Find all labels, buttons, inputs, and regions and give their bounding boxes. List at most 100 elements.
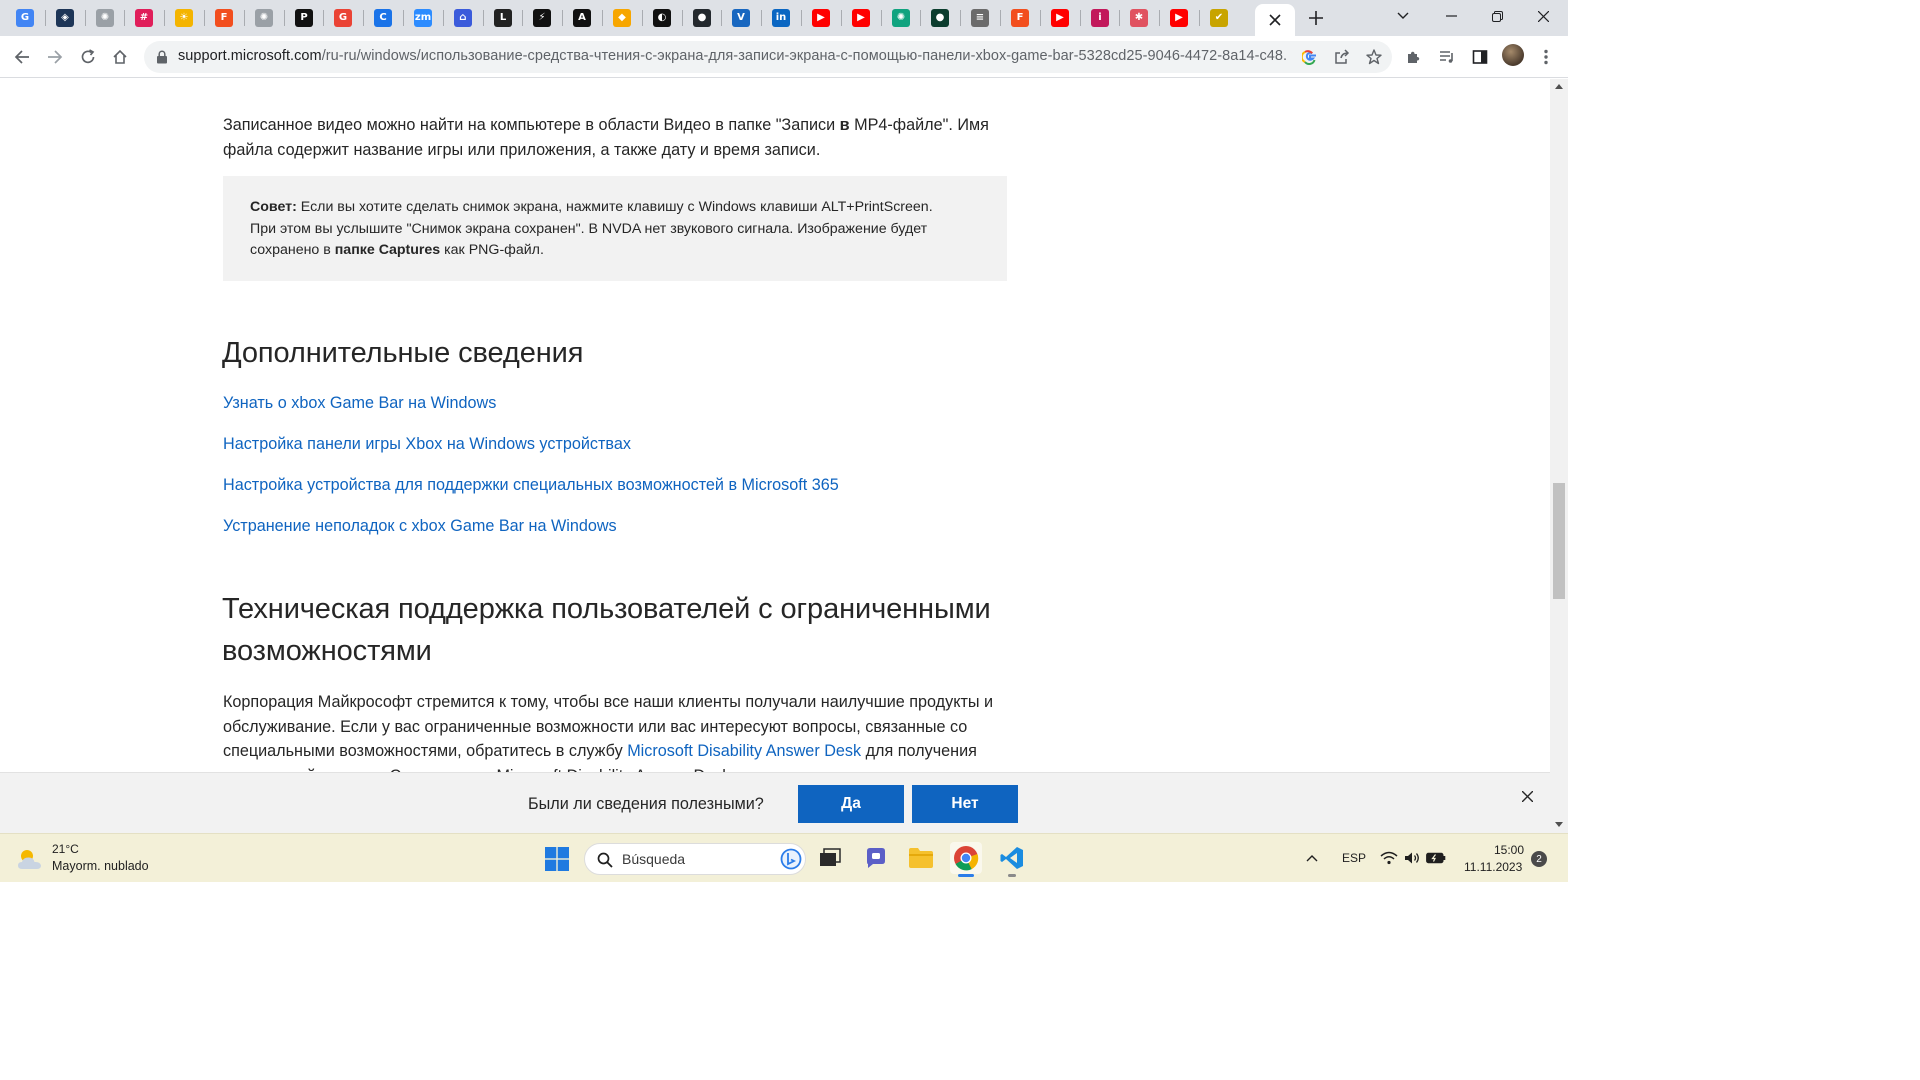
feedback-no-button[interactable]: Нет bbox=[912, 785, 1018, 823]
scroll-up-arrow-icon[interactable] bbox=[1555, 84, 1563, 89]
pinned-tab[interactable]: in bbox=[762, 4, 800, 32]
pinned-tab[interactable]: ✱ bbox=[1120, 4, 1158, 32]
task-view-button[interactable] bbox=[814, 842, 846, 874]
scroll-thumb[interactable] bbox=[1553, 483, 1565, 599]
address-bar[interactable]: support.microsoft.com/ru-ru/windows/испо… bbox=[144, 41, 1392, 73]
active-tab[interactable] bbox=[1255, 4, 1295, 36]
pinned-tab[interactable]: G bbox=[6, 4, 44, 32]
pinned-tab[interactable]: ✔ bbox=[1200, 4, 1238, 32]
pinned-tab[interactable]: F bbox=[205, 4, 243, 32]
pinned-tab[interactable]: A bbox=[563, 4, 601, 32]
link-accessibility-microsoft-365[interactable]: Настройка устройства для поддержки специ… bbox=[223, 476, 839, 495]
google-lens-icon[interactable] bbox=[1300, 47, 1320, 67]
kebab-menu-icon bbox=[1544, 49, 1548, 65]
share-icon[interactable] bbox=[1332, 47, 1352, 67]
task-view-icon bbox=[820, 848, 841, 866]
tab-separator bbox=[682, 10, 683, 26]
pinned-tab[interactable]: V bbox=[722, 4, 760, 32]
profile-avatar[interactable] bbox=[1502, 44, 1524, 66]
clock-date[interactable]: 11.11.2023 bbox=[1464, 860, 1522, 874]
close-tab-icon[interactable] bbox=[1269, 14, 1281, 26]
tab-separator bbox=[1080, 10, 1081, 26]
disability-support-paragraph: Корпорация Майкрософт стремится к тому, … bbox=[223, 693, 994, 772]
start-button[interactable] bbox=[545, 847, 569, 876]
forward-button[interactable] bbox=[41, 43, 69, 71]
pinned-tab[interactable]: ◐ bbox=[643, 4, 681, 32]
pinned-tab[interactable]: ☀ bbox=[165, 4, 203, 32]
person-app-icon: i bbox=[1091, 9, 1109, 27]
pinned-tab[interactable]: ⚡ bbox=[523, 4, 561, 32]
pinned-tab[interactable]: C bbox=[364, 4, 402, 32]
file-explorer-button[interactable] bbox=[905, 842, 937, 874]
tab-separator bbox=[960, 10, 961, 26]
tab-separator bbox=[1119, 10, 1120, 26]
arrow-left-icon bbox=[14, 50, 29, 64]
pinned-tab[interactable]: ◆ bbox=[603, 4, 641, 32]
battery-charging-icon bbox=[1426, 852, 1446, 864]
windows-taskbar: 21°C Mayorm. nublado Búsqueda ESP 15:00 … bbox=[0, 833, 1568, 882]
pinned-tab[interactable]: ▶ bbox=[1041, 4, 1079, 32]
pinned-tab[interactable]: ● bbox=[921, 4, 959, 32]
page-scrollbar[interactable] bbox=[1550, 79, 1568, 833]
bolt-app-icon: ⚡ bbox=[533, 9, 551, 27]
pinned-tab[interactable]: ◈ bbox=[46, 4, 84, 32]
clock-time[interactable]: 15:00 bbox=[1494, 843, 1524, 857]
close-window-button[interactable] bbox=[1520, 0, 1566, 32]
running-indicator bbox=[958, 874, 974, 877]
vscode-taskbar-button[interactable] bbox=[996, 842, 1028, 877]
pinned-tab[interactable]: ✺ bbox=[882, 4, 920, 32]
restore-button[interactable] bbox=[1474, 0, 1520, 32]
input-language[interactable]: ESP bbox=[1342, 851, 1366, 865]
link-configure-xbox-game-bar[interactable]: Настройка панели игры Xbox на Windows ус… bbox=[223, 435, 631, 454]
tray-overflow-button[interactable] bbox=[1298, 842, 1326, 874]
scroll-down-arrow-icon[interactable] bbox=[1555, 822, 1563, 827]
pinned-tab[interactable]: ≡ bbox=[961, 4, 999, 32]
chrome-taskbar-button[interactable] bbox=[950, 842, 982, 877]
pinned-tab[interactable]: zm bbox=[404, 4, 442, 32]
chrome-menu-button[interactable] bbox=[1532, 43, 1560, 71]
link-learn-xbox-game-bar[interactable]: Узнать о xbox Game Bar на Windows bbox=[223, 394, 496, 413]
pinned-tab[interactable]: ⌂ bbox=[444, 4, 482, 32]
tab-search-button[interactable] bbox=[1380, 0, 1426, 32]
restore-icon bbox=[1491, 10, 1503, 22]
pinned-tab[interactable]: i bbox=[1081, 4, 1119, 32]
pinned-tab[interactable]: G bbox=[324, 4, 362, 32]
minimize-button[interactable] bbox=[1428, 0, 1474, 32]
reload-button[interactable] bbox=[74, 43, 102, 71]
home-button[interactable] bbox=[106, 43, 134, 71]
taskbar-search[interactable]: Búsqueda bbox=[584, 843, 806, 875]
pinned-tab[interactable]: ▶ bbox=[1160, 4, 1198, 32]
pinned-tab[interactable]: ✺ bbox=[86, 4, 124, 32]
media-controls-button[interactable] bbox=[1433, 43, 1461, 71]
pinned-tab[interactable]: ▶ bbox=[842, 4, 880, 32]
tab-separator bbox=[244, 10, 245, 26]
lock-icon[interactable] bbox=[156, 50, 168, 64]
quick-settings-button[interactable] bbox=[1374, 842, 1452, 874]
pinned-tab[interactable]: L bbox=[484, 4, 522, 32]
link-troubleshoot-xbox-game-bar[interactable]: Устранение неполадок с xbox Game Bar на … bbox=[223, 517, 617, 536]
disability-answer-desk-link[interactable]: Microsoft Disability Answer Desk bbox=[627, 742, 861, 760]
url-text[interactable]: support.microsoft.com/ru-ru/windows/испо… bbox=[178, 48, 1288, 64]
back-button[interactable] bbox=[8, 43, 36, 71]
notification-badge[interactable]: 2 bbox=[1531, 851, 1547, 867]
temperature: 21°C bbox=[52, 842, 79, 856]
new-tab-button[interactable] bbox=[1304, 6, 1328, 30]
vuetify-icon: V bbox=[732, 9, 750, 27]
side-panel-button[interactable] bbox=[1466, 43, 1494, 71]
pinned-tab[interactable]: ● bbox=[683, 4, 721, 32]
teams-chat-button[interactable] bbox=[860, 842, 892, 874]
leaf-app-icon: ● bbox=[931, 9, 949, 27]
pinned-tab[interactable]: P bbox=[285, 4, 323, 32]
pinned-tab[interactable]: # bbox=[125, 4, 163, 32]
extensions-button[interactable] bbox=[1400, 43, 1428, 71]
tab-separator bbox=[85, 10, 86, 26]
pinned-tab[interactable]: ✺ bbox=[245, 4, 283, 32]
feedback-yes-button[interactable]: Да bbox=[798, 785, 904, 823]
perplexity-icon: ◈ bbox=[56, 9, 74, 27]
tab-separator bbox=[841, 10, 842, 26]
bing-icon[interactable] bbox=[780, 848, 802, 870]
feedback-close-button[interactable] bbox=[1518, 787, 1536, 805]
bookmark-star-icon[interactable] bbox=[1364, 47, 1384, 67]
pinned-tab[interactable]: F bbox=[1001, 4, 1039, 32]
pinned-tab[interactable]: ▶ bbox=[802, 4, 840, 32]
